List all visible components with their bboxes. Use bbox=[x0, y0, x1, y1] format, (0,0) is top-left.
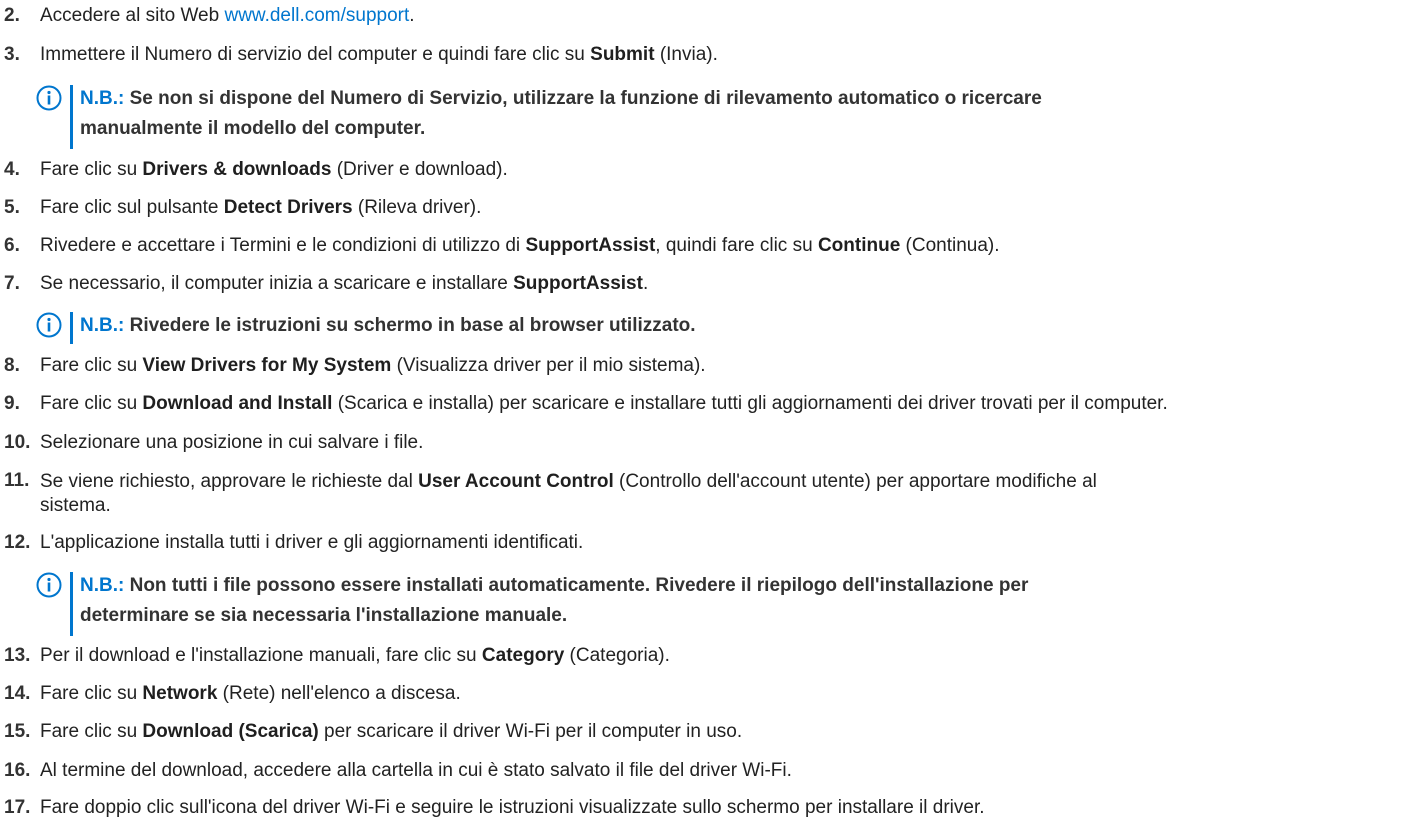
note-bar bbox=[70, 572, 73, 636]
note-1: N.B.: Se non si dispone del Numero di Se… bbox=[36, 85, 1396, 149]
info-circle-icon bbox=[36, 312, 62, 338]
step-number: 4. bbox=[4, 159, 20, 180]
step-text: Per il download e l'installazione manual… bbox=[40, 645, 670, 666]
note-2: N.B.: Rivedere le istruzioni su schermo … bbox=[36, 312, 1396, 344]
step-number: 11. bbox=[4, 470, 30, 491]
step-number: 5. bbox=[4, 197, 20, 218]
info-circle-icon bbox=[36, 572, 62, 598]
note-text: N.B.: Rivedere le istruzioni su schermo … bbox=[80, 315, 696, 336]
step-text: Fare clic su Download (Scarica) per scar… bbox=[40, 721, 743, 742]
info-circle-icon bbox=[36, 85, 62, 111]
step-text: Fare clic su Network (Rete) nell'elenco … bbox=[40, 683, 461, 704]
step-number: 7. bbox=[4, 273, 20, 294]
step-text: Immettere il Numero di servizio del comp… bbox=[40, 44, 718, 65]
step-text: Fare clic sul pulsante Detect Drivers (R… bbox=[40, 197, 482, 218]
note-text: N.B.: Non tutti i file possono essere in… bbox=[80, 575, 1029, 626]
step-text: Accedere al sito Web www.dell.com/suppor… bbox=[40, 5, 415, 26]
step-number: 10. bbox=[4, 432, 31, 453]
step-number: 9. bbox=[4, 393, 20, 414]
step-text: Se necessario, il computer inizia a scar… bbox=[40, 273, 649, 294]
step-number: 2. bbox=[4, 5, 20, 26]
step-text: Fare clic su Drivers & downloads (Driver… bbox=[40, 159, 508, 180]
step-number: 16. bbox=[4, 760, 31, 781]
step-number: 12. bbox=[4, 532, 31, 553]
dell-support-link[interactable]: www.dell.com/support bbox=[224, 5, 409, 26]
step-number: 3. bbox=[4, 44, 20, 65]
step-number: 14. bbox=[4, 683, 31, 704]
step-text: Al termine del download, accedere alla c… bbox=[40, 760, 792, 781]
step-text: Fare doppio clic sull'icona del driver W… bbox=[40, 797, 985, 818]
step-text: Rivedere e accettare i Termini e le cond… bbox=[40, 235, 1000, 256]
step-number: 17. bbox=[4, 797, 31, 818]
note-3: N.B.: Non tutti i file possono essere in… bbox=[36, 572, 1396, 636]
note-text: N.B.: Se non si dispone del Numero di Se… bbox=[80, 88, 1042, 139]
note-bar bbox=[70, 312, 73, 344]
step-text: L'applicazione installa tutti i driver e… bbox=[40, 532, 584, 553]
note-bar bbox=[70, 85, 73, 149]
step-text: Selezionare una posizione in cui salvare… bbox=[40, 432, 424, 453]
step-text: Se viene richiesto, approvare le richies… bbox=[40, 471, 1097, 516]
step-number: 8. bbox=[4, 355, 20, 376]
step-number: 13. bbox=[4, 645, 31, 666]
step-text: Fare clic su View Drivers for My System … bbox=[40, 355, 706, 376]
step-number: 15. bbox=[4, 721, 31, 742]
step-text: Fare clic su Download and Install (Scari… bbox=[40, 393, 1168, 414]
step-number: 6. bbox=[4, 235, 20, 256]
